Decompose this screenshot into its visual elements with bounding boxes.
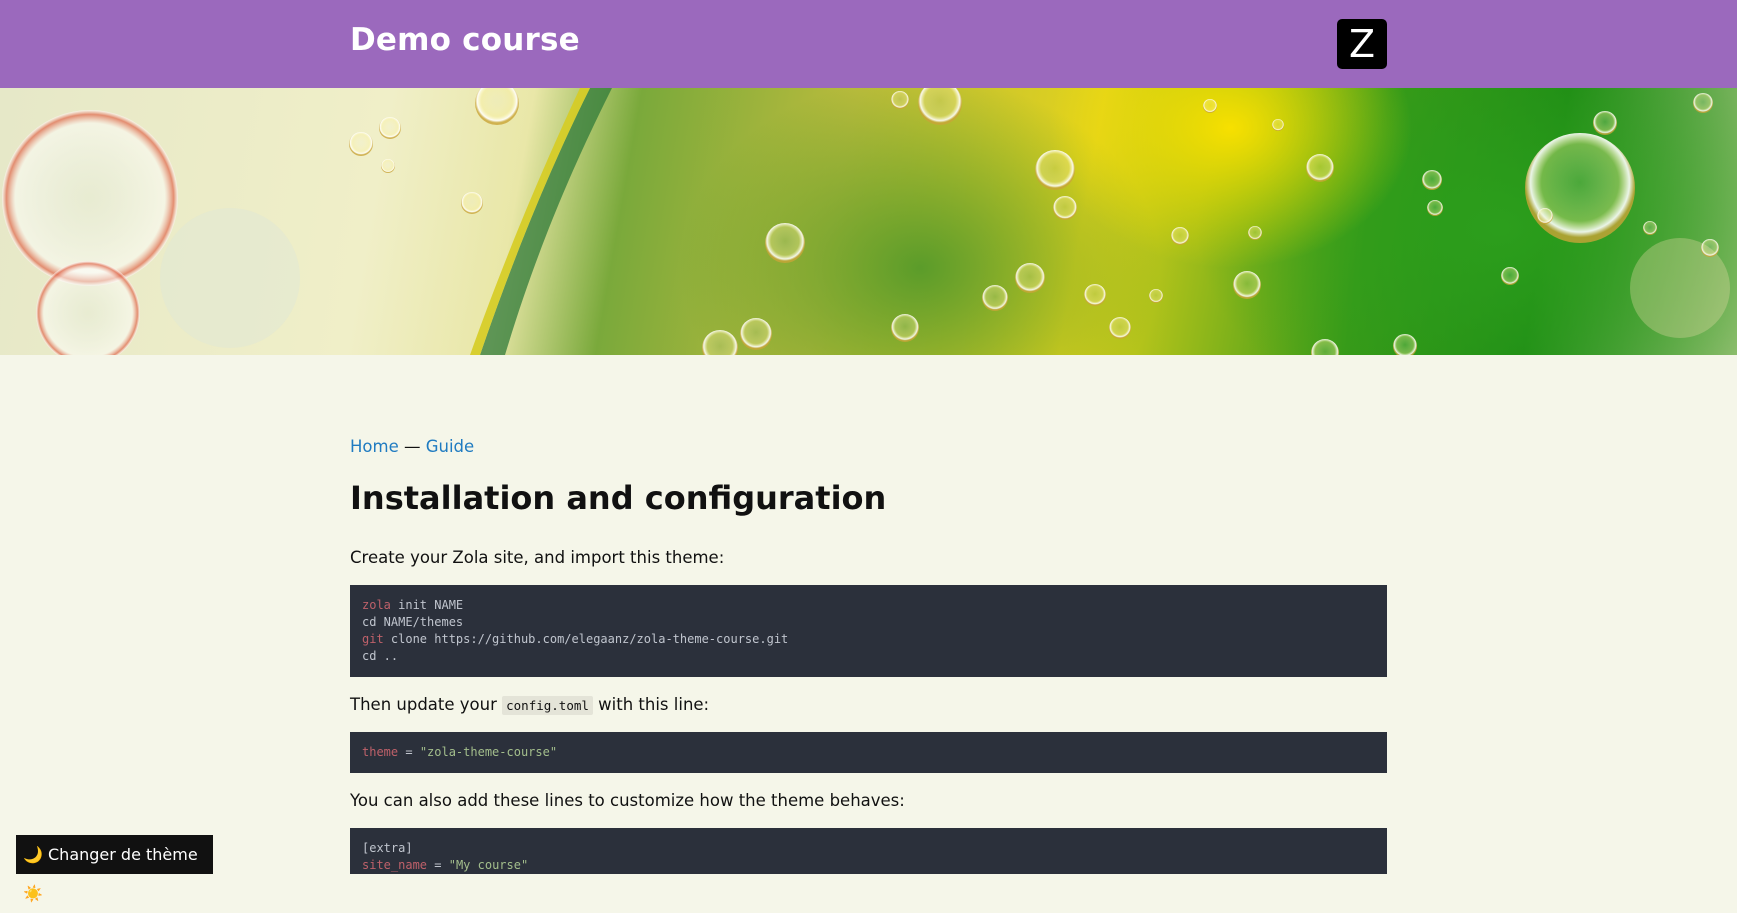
zola-logo-icon[interactable]: Z xyxy=(1337,19,1387,69)
page-title: Installation and configuration xyxy=(350,479,887,517)
theme-toggle-button[interactable]: 🌙 Changer de thème ☀️ xyxy=(16,835,213,903)
code-line: zola init NAME xyxy=(362,598,464,612)
code-line: cd .. xyxy=(362,649,399,663)
extra-config-code-block[interactable]: [extra] site_name = "My course" xyxy=(350,828,1387,874)
intro-paragraph: Create your Zola site, and import this t… xyxy=(350,548,725,567)
site-header: Demo course Z xyxy=(0,0,1737,88)
site-title-link[interactable]: Demo course xyxy=(350,22,580,58)
breadcrumb-home-link[interactable]: Home xyxy=(350,437,399,456)
customize-paragraph: You can also add these lines to customiz… xyxy=(350,791,905,810)
bubbles-graphic xyxy=(2,88,1730,355)
code-line: cd NAME/themes xyxy=(362,615,464,629)
install-code-block[interactable]: zola init NAME cd NAME/themes git clone … xyxy=(350,585,1387,677)
hero-banner-image xyxy=(0,88,1737,355)
code-line: git clone https://github.com/elegaanz/zo… xyxy=(362,632,789,646)
theme-config-code-block[interactable]: theme = "zola-theme-course" xyxy=(350,732,1387,773)
config-file-inline-code: config.toml xyxy=(502,696,593,715)
breadcrumb-separator: — xyxy=(403,437,421,456)
update-config-paragraph: Then update your config.toml with this l… xyxy=(350,695,710,715)
breadcrumb-guide-link[interactable]: Guide xyxy=(426,437,474,456)
breadcrumb: Home — Guide xyxy=(350,437,474,456)
